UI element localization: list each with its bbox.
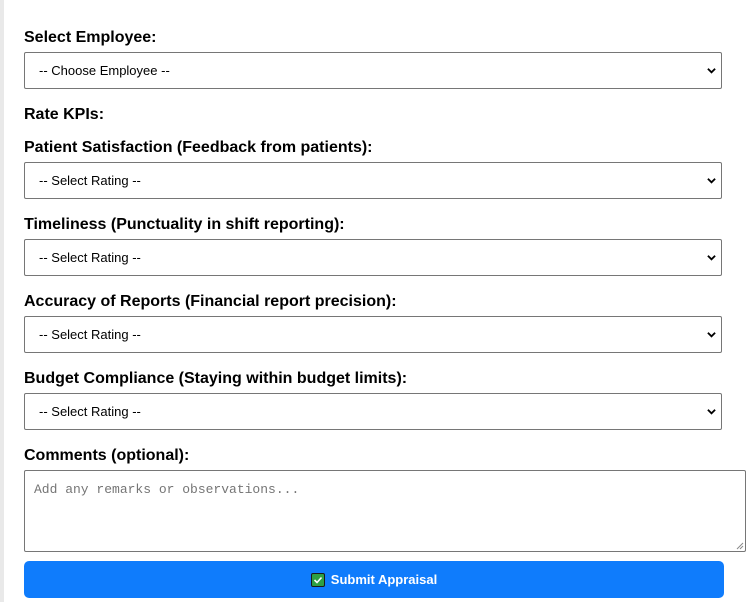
kpi-accuracy-label: Accuracy of Reports (Financial report pr…: [24, 293, 397, 310]
kpi-budget-compliance-select[interactable]: -- Select Rating --: [24, 393, 722, 430]
kpi-select-value: -- Select Rating --: [39, 250, 141, 265]
resize-grip-icon[interactable]: [734, 540, 744, 550]
rate-kpis-label: Rate KPIs:: [24, 106, 105, 123]
kpi-accuracy-select[interactable]: -- Select Rating --: [24, 316, 722, 353]
kpi-timeliness-select[interactable]: -- Select Rating --: [24, 239, 722, 276]
submit-label: Submit Appraisal: [330, 572, 438, 587]
appraisal-form: Select Employee: -- Choose Employee -- R…: [4, 0, 746, 602]
kpi-select-value: -- Select Rating --: [39, 173, 141, 188]
check-box-icon: [310, 572, 325, 587]
comments-label: Comments (optional):: [24, 447, 190, 464]
kpi-timeliness-label: Timeliness (Punctuality in shift reporti…: [24, 216, 345, 233]
kpi-budget-compliance-label: Budget Compliance (Staying within budget…: [24, 370, 408, 387]
employee-label: Select Employee:: [24, 29, 157, 46]
chevron-down-icon: [707, 409, 716, 415]
comments-placeholder: Add any remarks or observations...: [34, 482, 300, 497]
employee-select[interactable]: -- Choose Employee --: [24, 52, 722, 89]
submit-appraisal-button[interactable]: Submit Appraisal: [24, 561, 724, 598]
chevron-down-icon: [707, 332, 716, 338]
comments-textarea[interactable]: Add any remarks or observations...: [24, 470, 746, 552]
kpi-patient-satisfaction-label: Patient Satisfaction (Feedback from pati…: [24, 139, 373, 156]
chevron-down-icon: [707, 178, 716, 184]
chevron-down-icon: [707, 68, 716, 74]
chevron-down-icon: [707, 255, 716, 261]
kpi-patient-satisfaction-select[interactable]: -- Select Rating --: [24, 162, 722, 199]
kpi-select-value: -- Select Rating --: [39, 327, 141, 342]
employee-select-value: -- Choose Employee --: [39, 63, 170, 78]
kpi-select-value: -- Select Rating --: [39, 404, 141, 419]
